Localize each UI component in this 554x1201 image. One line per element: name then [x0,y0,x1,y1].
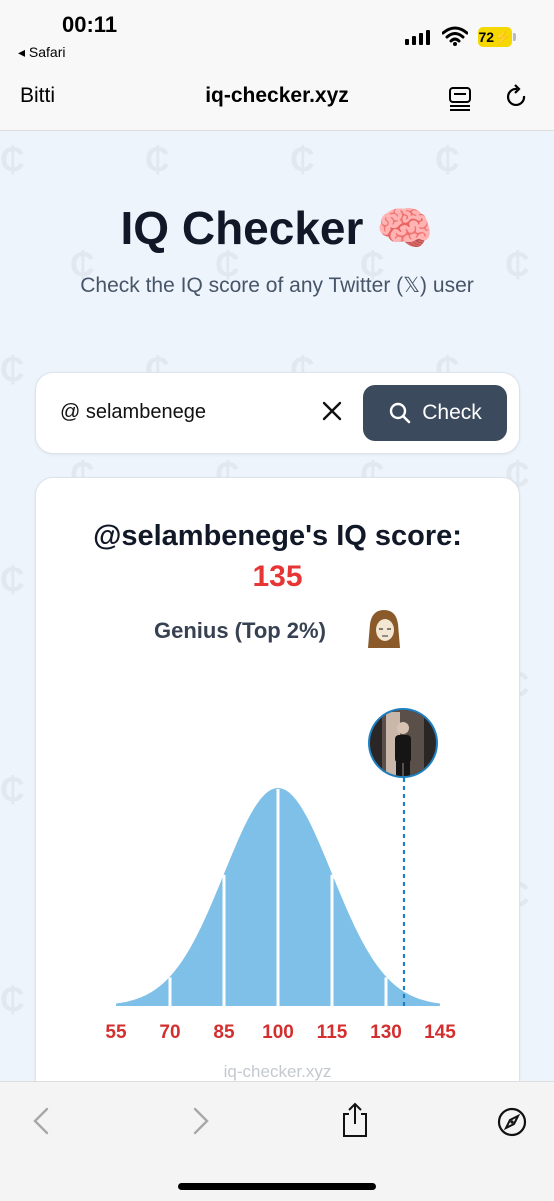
clock: 00:11 [62,12,118,37]
reload-icon[interactable] [504,84,530,112]
iq-distribution-chart: 55 70 85 100 115 130 145 [105,708,456,1043]
battery-level: 72 [478,29,495,45]
username-input[interactable] [60,401,290,424]
watermark-symbol: ₵ [0,981,25,1019]
profile-avatar[interactable] [368,708,438,780]
page-title: IQ Checker 🧠 [120,202,434,254]
x-tick-label: 145 [424,1022,456,1043]
chevron-left-icon[interactable] [30,1106,52,1136]
watermark-symbol: ₵ [0,351,25,389]
iq-score: 135 [252,560,303,593]
watermark-symbol: ₵ [0,141,25,179]
result-title: @selambenege's IQ score: [93,520,462,552]
x-tick-label: 100 [262,1022,294,1043]
done-button[interactable]: Bitti [20,84,55,108]
browser-toolbar [0,1081,554,1201]
back-to-app-link[interactable]: ◂ Safari [18,44,66,61]
check-button[interactable]: Check [363,385,507,441]
share-icon[interactable] [340,1102,370,1138]
result-card: @selambenege's IQ score: 135 Genius (Top… [35,477,520,1081]
watermark-symbol: ₵ [290,141,315,179]
battery-tip [513,33,516,41]
x-tick-label: 55 [105,1022,127,1043]
watermark-symbol: ₵ [435,141,460,179]
signal-icon [405,30,430,45]
close-icon[interactable] [320,399,344,423]
chevron-right-icon[interactable] [190,1106,212,1136]
page-subtitle: Check the IQ score of any Twitter (𝕏) us… [80,274,474,297]
watermark-symbol: ₵ [145,141,170,179]
x-axis-ticks: 55 70 85 100 115 130 145 [105,1022,456,1043]
compass-icon[interactable] [496,1106,528,1138]
search-bar: Check [35,372,520,454]
page-content: ₵₵₵₵₵₵₵₵₵₵₵₵₵₵₵₵₵₵₵₵₵₵₵₵₵₵₵₵₵₵₵₵₵₵₵₵ IQ … [0,131,554,1081]
search-icon [390,402,411,424]
check-button-label: Check [422,401,482,424]
watermark-symbol: ₵ [0,771,25,809]
wifi-icon [442,26,468,46]
x-tick-label: 115 [317,1022,348,1043]
x-tick-label: 85 [213,1022,235,1043]
x-tick-label: 130 [370,1022,402,1043]
watermark-symbol: ₵ [0,561,25,599]
status-bar: 00:11 ◂ Safari 72⚡ [0,0,554,70]
battery-indicator: 72⚡ [478,27,512,47]
site-watermark: iq-checker.xyz [223,1062,332,1081]
browser-header: iq-checker.xyz Bitti [0,70,554,131]
x-tick-label: 70 [159,1022,180,1043]
home-indicator [178,1183,376,1190]
hooded-wojak-icon [368,610,400,648]
iq-category: Genius (Top 2%) [154,618,326,643]
reader-icon[interactable] [448,86,474,112]
